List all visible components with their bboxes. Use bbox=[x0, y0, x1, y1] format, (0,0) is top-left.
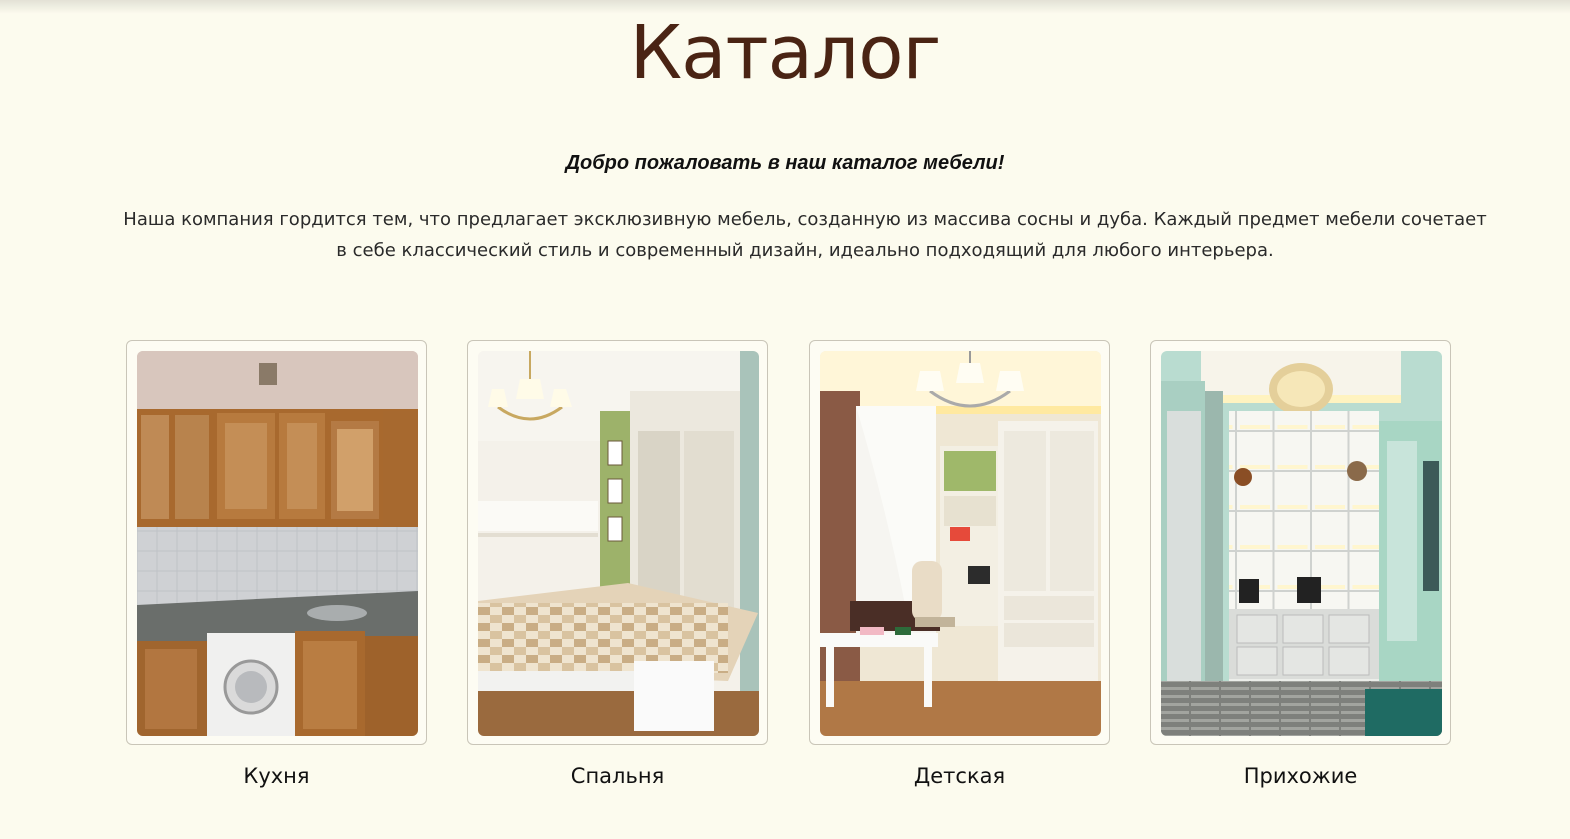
category-card-kids-room[interactable] bbox=[809, 340, 1110, 745]
category-label-kitchen[interactable]: Кухня bbox=[126, 764, 427, 788]
category-card-bedroom[interactable] bbox=[467, 340, 768, 745]
page-title: Каталог bbox=[629, 10, 942, 96]
intro-paragraph: Наша компания гордится тем, что предлага… bbox=[123, 209, 1487, 261]
category-label-bedroom[interactable]: Спальня bbox=[467, 764, 768, 788]
kids-room-photo[interactable] bbox=[820, 351, 1101, 736]
bedroom-photo[interactable] bbox=[478, 351, 759, 736]
category-card-hallway[interactable] bbox=[1150, 340, 1451, 745]
category-card-kitchen[interactable] bbox=[126, 340, 427, 745]
category-label-kids-room[interactable]: Детская bbox=[809, 764, 1110, 788]
welcome-heading: Добро пожаловать в наш каталог мебели! bbox=[565, 152, 1005, 174]
hallway-photo[interactable] bbox=[1161, 351, 1442, 736]
category-label-hallway[interactable]: Прихожие bbox=[1150, 764, 1451, 788]
kitchen-photo[interactable] bbox=[137, 351, 418, 736]
